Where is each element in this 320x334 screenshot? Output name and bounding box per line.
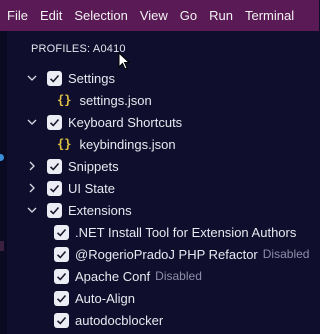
chevron-right-icon[interactable] <box>26 182 38 194</box>
activity-indicator <box>0 154 4 161</box>
extension-label: Auto-Align <box>75 290 135 306</box>
tree-item-label: UI State <box>68 180 115 196</box>
extension-checkbox[interactable] <box>54 224 69 240</box>
menu-run[interactable]: Run <box>203 8 239 23</box>
menu-file[interactable]: File <box>0 8 34 23</box>
json-file-icon: {} <box>57 93 72 107</box>
extension-item[interactable]: autodocblocker <box>54 309 163 331</box>
ui-state-checkbox[interactable] <box>47 180 62 196</box>
panel-title: PROFILES: A0410 <box>31 43 126 55</box>
menu-view[interactable]: View <box>134 8 174 23</box>
extension-item[interactable]: Apache Conf Disabled <box>54 265 202 287</box>
tree-item-extensions[interactable]: Extensions <box>26 199 132 221</box>
extension-checkbox[interactable] <box>54 268 69 284</box>
menu-selection[interactable]: Selection <box>68 8 133 23</box>
tree-item-label: Settings <box>68 70 115 86</box>
extension-status: Disabled <box>262 247 310 261</box>
extension-item[interactable]: .NET Install Tool for Extension Authors <box>54 221 296 243</box>
chevron-down-icon[interactable] <box>26 204 38 216</box>
tree-item-settings[interactable]: Settings <box>26 67 115 89</box>
tree-item-label: keybindings.json <box>79 136 176 152</box>
chevron-right-icon[interactable] <box>26 160 38 172</box>
extension-label: @RogerioPradoJ PHP Refactor <box>75 246 258 262</box>
tree-item-keybindings-json[interactable]: {} keybindings.json <box>57 133 176 155</box>
tree-item-settings-json[interactable]: {} settings.json <box>57 89 152 111</box>
extension-label: Apache Conf <box>75 268 151 284</box>
tree-item-keyboard-shortcuts[interactable]: Keyboard Shortcuts <box>26 111 182 133</box>
mouse-pointer-icon <box>118 52 130 70</box>
chevron-down-icon[interactable] <box>26 116 38 128</box>
activity-bar-edge <box>0 31 7 334</box>
tree-item-label: Snippets <box>68 158 119 174</box>
extension-item[interactable]: @RogerioPradoJ PHP Refactor Disabled <box>54 243 309 265</box>
activity-indicator-secondary <box>0 241 4 251</box>
tree-item-label: Extensions <box>68 202 132 218</box>
menu-go[interactable]: Go <box>174 8 203 23</box>
chevron-down-icon[interactable] <box>26 72 38 84</box>
menu-terminal[interactable]: Terminal <box>239 8 300 23</box>
json-file-icon: {} <box>57 137 72 151</box>
extensions-checkbox[interactable] <box>47 202 62 218</box>
tree-item-label: settings.json <box>79 92 152 108</box>
keyboard-shortcuts-checkbox[interactable] <box>47 114 62 130</box>
extension-checkbox[interactable] <box>54 312 69 328</box>
extension-label: .NET Install Tool for Extension Authors <box>75 224 297 240</box>
menu-bar: File Edit Selection View Go Run Terminal <box>0 0 319 31</box>
tree-item-ui-state[interactable]: UI State <box>26 177 115 199</box>
tree-item-snippets[interactable]: Snippets <box>26 155 119 177</box>
profile-export-panel: PROFILES: A0410 Settings {} settings.jso… <box>14 31 319 334</box>
extension-checkbox[interactable] <box>54 290 69 306</box>
menu-edit[interactable]: Edit <box>34 8 68 23</box>
extension-checkbox[interactable] <box>54 246 69 262</box>
extension-status: Disabled <box>155 269 202 283</box>
tree-item-label: Keyboard Shortcuts <box>68 114 183 130</box>
settings-checkbox[interactable] <box>47 70 62 86</box>
extension-item[interactable]: Auto-Align <box>54 287 135 309</box>
extension-label: autodocblocker <box>75 312 164 328</box>
snippets-checkbox[interactable] <box>47 158 62 174</box>
